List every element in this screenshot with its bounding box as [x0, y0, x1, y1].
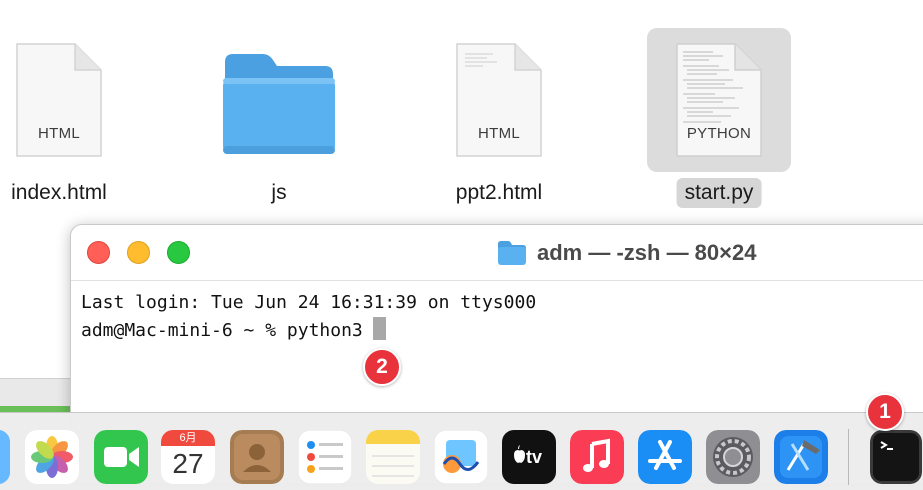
- folder-icon: [498, 241, 526, 265]
- dock-freeform-icon[interactable]: [434, 430, 488, 484]
- annotation-badge-2: 2: [363, 348, 401, 386]
- file-index-html[interactable]: HTML index.html: [0, 28, 134, 218]
- folder-js[interactable]: js: [204, 28, 354, 218]
- background-window-edge: [0, 378, 70, 412]
- file-icon-wrap-selected: PYTHON: [647, 28, 791, 172]
- folder-icon: [219, 48, 339, 158]
- doc-kind-label: PYTHON: [686, 125, 752, 142]
- file-icon-wrap: HTML: [0, 28, 131, 172]
- folder-icon-wrap: [207, 28, 351, 172]
- terminal-line: Last login: Tue Jun 24 16:31:39 on ttys0…: [81, 292, 537, 313]
- close-window-button[interactable]: [87, 241, 110, 264]
- dock-contacts-icon[interactable]: [230, 430, 284, 484]
- terminal-prompt-text: adm@Mac-mini-6 ~ % python3: [81, 320, 363, 341]
- dock-separator: [848, 429, 849, 485]
- file-name-label[interactable]: ppt2.html: [448, 178, 550, 208]
- dock-reminders-icon[interactable]: [298, 430, 352, 484]
- zoom-window-button[interactable]: [167, 241, 190, 264]
- file-name-label[interactable]: index.html: [3, 178, 115, 208]
- dock-finder-icon[interactable]: [0, 430, 10, 484]
- dock-terminal-icon[interactable]: [870, 430, 922, 484]
- file-start-py[interactable]: PYTHON start.py: [644, 28, 794, 218]
- python-document-icon: PYTHON: [673, 40, 765, 160]
- text-cursor: [372, 317, 386, 340]
- dock-photos-icon[interactable]: [25, 430, 79, 484]
- dock-calendar-icon[interactable]: 6月 27: [161, 430, 215, 484]
- annotation-badge-1: 1: [866, 393, 904, 431]
- html-document-icon: HTML: [453, 40, 545, 160]
- calendar-day-label: 27: [172, 448, 204, 479]
- dock-apple-tv-icon[interactable]: tv: [502, 430, 556, 484]
- dock-facetime-icon[interactable]: [94, 430, 148, 484]
- dock-system-settings-icon[interactable]: [706, 430, 760, 484]
- folder-name-label[interactable]: js: [263, 178, 294, 208]
- calendar-month-label: 6月: [161, 430, 215, 446]
- file-ppt2-html[interactable]: HTML ppt2.html: [424, 28, 574, 218]
- terminal-title: adm — -zsh — 80×24: [497, 239, 756, 267]
- file-name-label[interactable]: start.py: [676, 178, 762, 208]
- terminal-output[interactable]: Last login: Tue Jun 24 16:31:39 on ttys0…: [81, 289, 923, 345]
- terminal-title-text: adm — -zsh — 80×24: [537, 240, 757, 265]
- doc-kind-label: HTML: [477, 125, 521, 142]
- terminal-titlebar[interactable]: adm — -zsh — 80×24: [71, 225, 923, 281]
- doc-kind-label: HTML: [37, 125, 81, 142]
- dock-notes-icon[interactable]: [366, 430, 420, 484]
- terminal-prompt-line[interactable]: adm@Mac-mini-6 ~ % python3: [81, 317, 923, 345]
- file-icon-wrap: HTML: [427, 28, 571, 172]
- dock-music-icon[interactable]: [570, 430, 624, 484]
- apple-tv-label: tv: [526, 447, 543, 467]
- dock: 6月 27 tv: [0, 412, 923, 490]
- dock-xcode-icon[interactable]: [774, 430, 828, 484]
- html-document-icon: HTML: [13, 40, 105, 160]
- dock-app-store-icon[interactable]: [638, 430, 692, 484]
- minimize-window-button[interactable]: [127, 241, 150, 264]
